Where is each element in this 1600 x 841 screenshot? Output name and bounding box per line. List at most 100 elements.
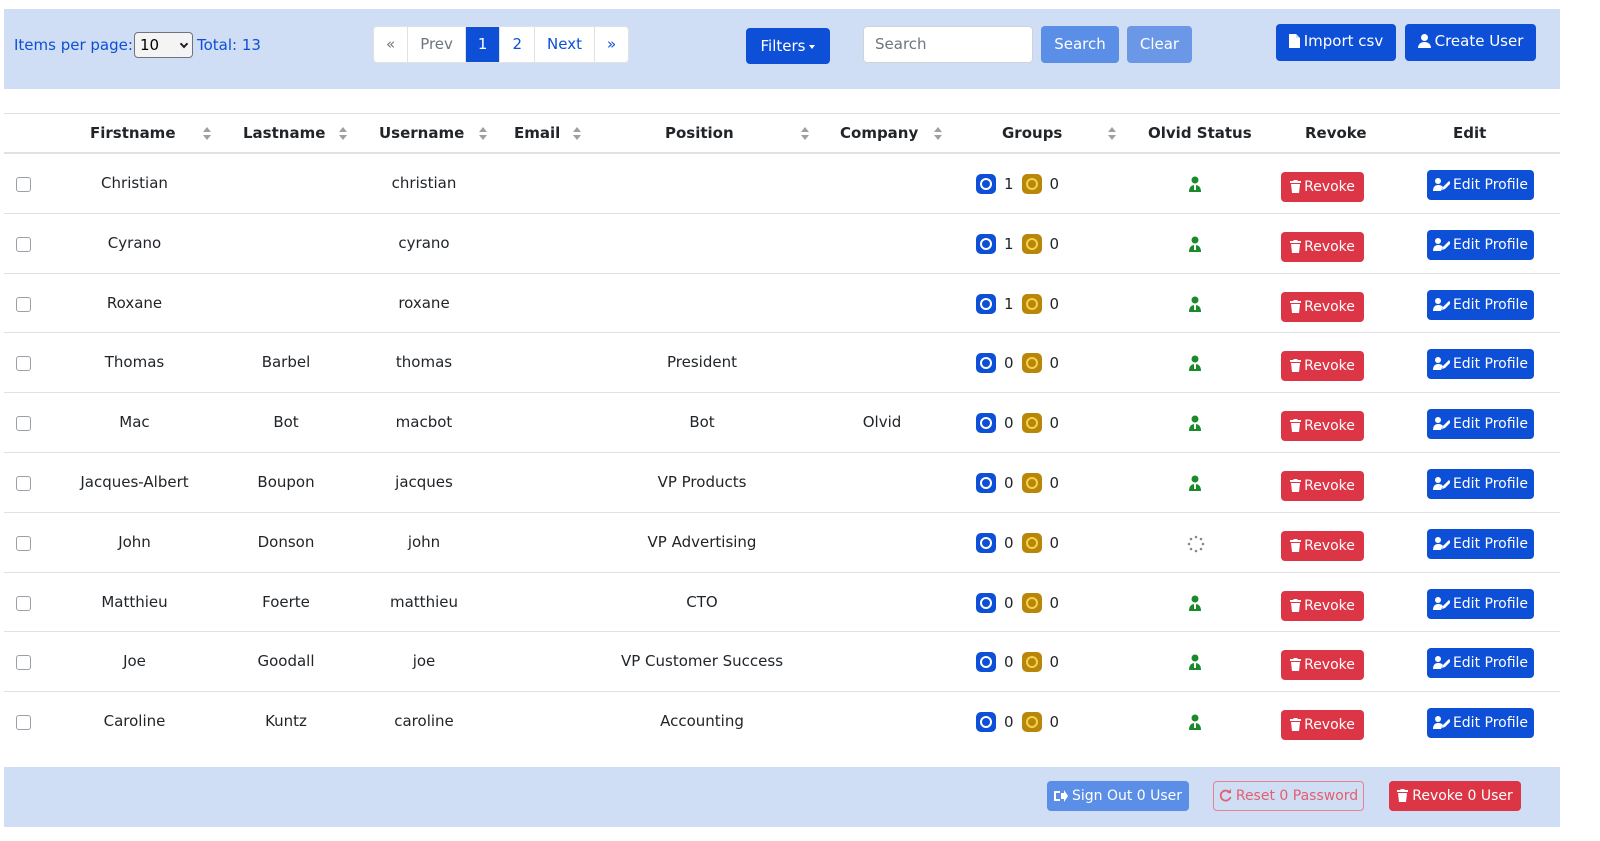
col-position[interactable]: Position: [665, 114, 734, 153]
edit-profile-button[interactable]: Edit Profile: [1427, 409, 1534, 440]
group-owner-icon: [1021, 413, 1042, 434]
edit-profile-button[interactable]: Edit Profile: [1427, 349, 1534, 380]
col-email[interactable]: Email: [514, 114, 560, 153]
sign-out-users-button[interactable]: Sign Out 0 User: [1047, 781, 1189, 811]
col-olvid-status: Olvid Status: [1148, 124, 1252, 142]
revoke-button[interactable]: Revoke: [1281, 291, 1364, 322]
users-table-body: Christian christian 1 0 Revoke Edit Profile Cy…: [4, 154, 1560, 752]
filters-button[interactable]: Filters: [746, 28, 830, 64]
revoke-button[interactable]: Revoke: [1281, 411, 1364, 442]
create-user-button[interactable]: Create User: [1405, 24, 1536, 61]
revoke-button[interactable]: Revoke: [1281, 351, 1364, 382]
edit-profile-label: Edit Profile: [1452, 655, 1529, 672]
import-csv-button[interactable]: Import csv: [1276, 24, 1396, 61]
sort-icon[interactable]: [1108, 127, 1116, 141]
group-owner-count: 0: [1049, 354, 1060, 373]
cell-firstname: John: [118, 532, 151, 551]
row-select-checkbox[interactable]: [16, 655, 31, 671]
col-username[interactable]: Username: [379, 114, 464, 153]
search-input[interactable]: Search: [863, 26, 1033, 63]
pager-page-2[interactable]: 2: [500, 27, 536, 62]
revoke-users-label: Revoke 0 User: [1412, 788, 1513, 804]
pager-prev[interactable]: Prev: [408, 27, 466, 62]
row-select-checkbox[interactable]: [16, 356, 31, 372]
olvid-status: [1187, 654, 1205, 672]
revoke-label: Revoke: [1304, 358, 1355, 375]
edit-profile-button[interactable]: Edit Profile: [1427, 708, 1534, 739]
sort-icon[interactable]: [934, 127, 942, 141]
spinner-icon: [1187, 535, 1205, 553]
group-icon: [976, 293, 996, 314]
items-per-page-select[interactable]: 10: [134, 32, 193, 58]
cell-company: [834, 692, 930, 751]
table-row: Caroline Kuntz caroline Accounting 0 0 Revoke E…: [4, 692, 1560, 752]
group-owner-count: 0: [1049, 175, 1060, 193]
table-row: Jacques-Albert Boupon jacques VP Products 0 0…: [4, 453, 1560, 513]
group-owner-count: 0: [1049, 533, 1060, 552]
row-select-checkbox[interactable]: [16, 177, 31, 192]
pager-last[interactable]: »: [595, 27, 628, 62]
reset-password-button[interactable]: Reset 0 Password: [1213, 781, 1364, 811]
row-select-checkbox[interactable]: [16, 475, 31, 491]
edit-profile-button[interactable]: Edit Profile: [1427, 588, 1534, 619]
row-select-checkbox[interactable]: [16, 595, 31, 611]
pager-next[interactable]: Next: [535, 27, 595, 62]
row-select-checkbox[interactable]: [16, 236, 31, 252]
olvid-status: [1187, 236, 1205, 254]
row-select-checkbox[interactable]: [16, 296, 31, 312]
sort-icon[interactable]: [801, 127, 809, 141]
revoke-users-button[interactable]: Revoke 0 User: [1389, 781, 1521, 811]
revoke-button[interactable]: Revoke: [1281, 710, 1364, 741]
clear-button[interactable]: Clear: [1127, 26, 1192, 63]
cell-firstname: Joe: [123, 652, 146, 671]
cell-lastname: [229, 154, 343, 213]
group-count: 0: [1004, 653, 1014, 672]
edit-profile-label: Edit Profile: [1452, 535, 1529, 552]
user-active-icon: [1189, 415, 1201, 432]
pager-page-1[interactable]: 1: [465, 27, 501, 62]
cell-groups: 00: [976, 532, 1067, 553]
row-select-checkbox[interactable]: [16, 715, 31, 731]
cell-position: VP Products: [657, 472, 747, 491]
cell-email: [509, 154, 589, 213]
olvid-status: [1187, 714, 1205, 732]
search-placeholder: Search: [875, 35, 927, 53]
cell-company: [834, 513, 930, 572]
edit-profile-button[interactable]: Edit Profile: [1427, 648, 1534, 679]
sort-icon[interactable]: [573, 127, 581, 141]
group-owner-icon: [1021, 652, 1042, 673]
col-groups[interactable]: Groups: [1002, 114, 1062, 153]
sort-icon[interactable]: [479, 127, 487, 141]
revoke-button[interactable]: Revoke: [1281, 231, 1364, 262]
group-icon: [976, 652, 996, 673]
revoke-button[interactable]: Revoke: [1281, 590, 1364, 621]
revoke-button[interactable]: Revoke: [1281, 650, 1364, 681]
cell-company: [834, 154, 930, 213]
col-firstname[interactable]: Firstname: [90, 114, 176, 153]
sort-icon[interactable]: [203, 127, 211, 141]
table-row: Thomas Barbel thomas President 0 0 Revoke Edit …: [4, 333, 1560, 394]
edit-profile-button[interactable]: Edit Profile: [1427, 289, 1534, 320]
edit-profile-button[interactable]: Edit Profile: [1427, 170, 1534, 200]
edit-profile-button[interactable]: Edit Profile: [1427, 468, 1534, 499]
group-owner-count: 0: [1049, 294, 1060, 313]
row-select-checkbox[interactable]: [16, 416, 31, 432]
cell-company: [834, 453, 930, 512]
edit-profile-button[interactable]: Edit Profile: [1427, 229, 1534, 260]
olvid-status: [1187, 355, 1205, 373]
group-icon: [976, 174, 996, 194]
pager-first[interactable]: «: [374, 27, 409, 62]
col-company[interactable]: Company: [840, 114, 918, 153]
row-select-checkbox[interactable]: [16, 535, 31, 551]
col-lastname[interactable]: Lastname: [243, 114, 325, 153]
user-edit-icon: [1432, 178, 1451, 191]
revoke-button[interactable]: Revoke: [1281, 470, 1364, 501]
edit-profile-button[interactable]: Edit Profile: [1427, 528, 1534, 559]
cell-company: [834, 274, 930, 333]
user-active-icon: [1189, 296, 1201, 312]
group-owner-icon: [1021, 532, 1042, 553]
search-button[interactable]: Search: [1041, 26, 1119, 63]
sort-icon[interactable]: [339, 127, 347, 141]
revoke-button[interactable]: Revoke: [1281, 530, 1364, 561]
revoke-button[interactable]: Revoke: [1281, 172, 1364, 202]
